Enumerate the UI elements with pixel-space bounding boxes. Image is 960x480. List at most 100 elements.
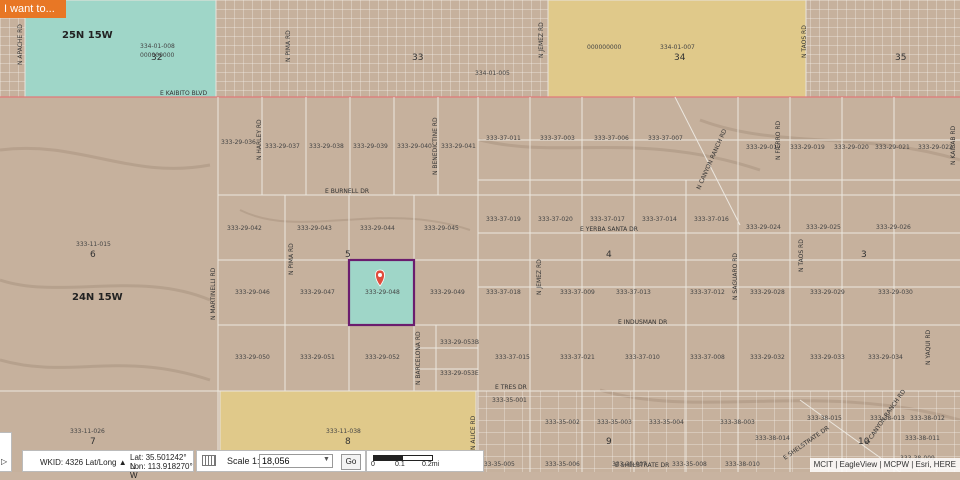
road-label: N YAQUI RD — [925, 329, 932, 365]
section-number: 6 — [90, 250, 96, 260]
parcel-label: 333-29-046 — [235, 289, 270, 296]
parcel-label: 333-37-008 — [690, 354, 725, 361]
parcel-label: 333-29-053E — [440, 370, 479, 377]
parcel-label: 333-29-029 — [810, 289, 845, 296]
parcel-label: 333-37-003 — [540, 135, 575, 142]
parcel-label: 333-29-019 — [790, 144, 825, 151]
road-label: N TAOS RD — [798, 239, 805, 272]
road-label: E INDUSMAN DR — [618, 319, 667, 326]
road-label: N JEMEZ RD — [538, 22, 545, 58]
parcel-label: 333-29-020 — [834, 144, 869, 151]
road-label: N JEMEZ RD — [536, 259, 543, 295]
parcel-label: 333-37-014 — [642, 216, 677, 223]
parcel-label: 333-37-009 — [560, 289, 595, 296]
parcel-label: 333-29-024 — [746, 224, 781, 231]
longitude: Lon: 113.918270° W — [130, 462, 193, 480]
mouse-cursor-icon[interactable]: ▷ — [1, 457, 7, 466]
section-number: 5 — [345, 250, 351, 260]
parcel-label: 333-29-030 — [878, 289, 913, 296]
road-label: N APACHE RD — [17, 24, 24, 65]
parcel-label: 333-29-043 — [297, 225, 332, 232]
road-label: E YERBA SANTA DR — [580, 226, 638, 233]
map-canvas[interactable]: 25N 15W 24N 15W 32 33 34 35 5 4 3 6 7 8 … — [0, 0, 960, 472]
parcel-label: 333-38-003 — [720, 419, 755, 426]
parcel-label: 333-38-011 — [905, 435, 940, 442]
parcel-label: 333-37-012 — [690, 289, 725, 296]
go-button[interactable]: Go — [341, 454, 361, 470]
parcel-label: 333-29-050 — [235, 354, 270, 361]
parcel-label: 333-29-041 — [441, 143, 476, 150]
parcel-label: 333-37-016 — [694, 216, 729, 223]
road-label: E TRES DR — [495, 384, 527, 391]
parcel-label: 333-37-021 — [560, 354, 595, 361]
road-label: E BURNELL DR — [325, 188, 369, 195]
parcel-label: 333-29-034 — [868, 354, 903, 361]
parcel-label: 333-37-018 — [486, 289, 521, 296]
parcel-label: 333-29-036 — [221, 139, 256, 146]
chevron-down-icon[interactable]: ▼ — [323, 456, 330, 463]
parcel-label: 333-37-007 — [648, 135, 683, 142]
coordinate-readout: WKID: 4326 Lat/Long ▲ Lat: 35.501242° N … — [22, 450, 194, 480]
road-label: N SAGUARO RD — [732, 253, 739, 300]
road-label: N BENEDICTINE RD — [432, 117, 439, 175]
parcel-label: 333-37-019 — [486, 216, 521, 223]
parcel-label: 334-01-007 — [660, 44, 695, 51]
section-number: 7 — [90, 437, 96, 447]
road-label: E KAIBITO BLVD — [160, 90, 207, 97]
scale-tick: 0 — [371, 461, 375, 468]
road-label: N TAOS RD — [801, 25, 808, 58]
township-label-north: 25N 15W — [62, 30, 113, 41]
parcel-label: 333-29-049 — [430, 289, 465, 296]
scale-label: Scale 1: — [227, 456, 260, 466]
parcel-label: 333-29-040 — [397, 143, 432, 150]
parcel-label: 333-29-044 — [360, 225, 395, 232]
parcel-label: 333-29-017 — [746, 144, 781, 151]
parcel-label: 333-38-012 — [910, 415, 945, 422]
parcel-map[interactable]: 25N 15W 24N 15W 32 33 34 35 5 4 3 6 7 8 … — [0, 0, 960, 472]
i-want-to-button[interactable]: I want to... — [0, 0, 66, 18]
ruler-icon[interactable] — [202, 455, 216, 466]
township-label-south: 24N 15W — [72, 292, 123, 303]
parcel-label: 333-38-015 — [807, 415, 842, 422]
section-number: 8 — [345, 437, 351, 447]
section-number: 3 — [861, 250, 867, 260]
parcel-label: 333-37-017 — [590, 216, 625, 223]
parcel-label: 333-37-020 — [538, 216, 573, 223]
road-label: N MARTINELLI RD — [210, 267, 217, 320]
parcel-label: 333-29-022 — [918, 144, 953, 151]
parcel-label: 333-37-011 — [486, 135, 521, 142]
section-number: 33 — [412, 53, 423, 63]
road-label: N ALICE RD — [470, 415, 477, 450]
scale-panel: Scale 1: ▼ Go — [196, 450, 366, 472]
parcel-label: 333-29-053B — [440, 339, 479, 346]
wkid-label[interactable]: WKID: 4326 Lat/Long ▲ — [40, 458, 127, 467]
parcel-label: 333-37-013 — [616, 289, 651, 296]
parcel-label: 333-35-005 — [480, 461, 515, 468]
parcel-label: 000000000 — [140, 52, 175, 59]
parcel-label: 334-01-008 — [140, 43, 175, 50]
parcel-label: 333-35-004 — [649, 419, 684, 426]
parcel-label: 000000000 — [587, 44, 622, 51]
map-attribution: MCIT | EagleView | MCPW | Esri, HERE — [809, 458, 960, 472]
parcel-label: 333-35-007 — [612, 461, 647, 468]
parcel-label: 333-11-026 — [70, 428, 105, 435]
parcel-label: 333-37-015 — [495, 354, 530, 361]
road-label: N PIMA RD — [288, 243, 295, 275]
parcel-label: 333-35-002 — [545, 419, 580, 426]
cursor-tool-panel[interactable]: ▷ — [0, 432, 12, 472]
section-number: 34 — [674, 53, 686, 63]
parcel-label: 333-29-025 — [806, 224, 841, 231]
section-number: 4 — [606, 250, 612, 260]
parcel-label: 333-38-010 — [725, 461, 760, 468]
parcel-label: 333-29-042 — [227, 225, 262, 232]
scale-tick: 0.1 — [395, 461, 405, 468]
section-number: 35 — [895, 53, 906, 63]
road-label: N HARLEY RD — [256, 119, 263, 160]
scale-input[interactable] — [259, 454, 333, 468]
parcel-label: 333-35-006 — [545, 461, 580, 468]
road-label: N BARCELONA RD — [415, 331, 422, 385]
road-label: N PIMA RD — [285, 30, 292, 62]
parcel-label: 333-29-032 — [750, 354, 785, 361]
parcel-label: 333-29-033 — [810, 354, 845, 361]
parcel-label: 333-29-051 — [300, 354, 335, 361]
